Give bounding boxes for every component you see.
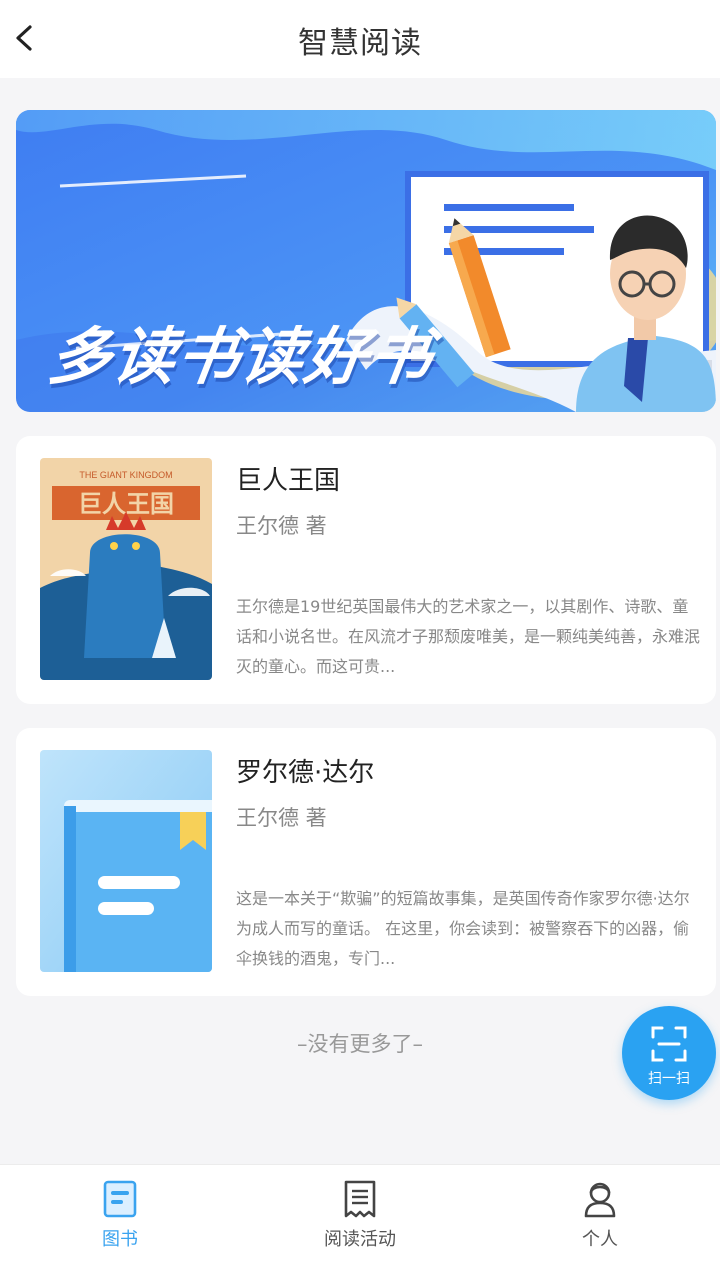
user-icon (584, 1182, 616, 1218)
cover-text: THE GIANT KINGDOM (79, 470, 172, 480)
tab-label: 个人 (582, 1229, 618, 1250)
book-card[interactable]: THE GIANT KINGDOM 巨人王国 巨人王国 王尔德 著 王尔德是19… (16, 436, 716, 704)
book-card[interactable]: 罗尔德·达尔 王尔德 著 这是一本关于“欺骗”的短篇故事集，是英国传奇作家罗尔德… (16, 728, 716, 996)
list-end-text: –没有更多了– (297, 1032, 423, 1056)
page-title: 智慧阅读 (298, 26, 422, 61)
bottom-tab-bar: 图书 阅读活动 个人 (0, 1164, 720, 1280)
tab-label: 图书 (102, 1229, 138, 1250)
scan-button[interactable]: 扫一扫 (622, 1006, 716, 1100)
book-cover (40, 750, 212, 972)
tab-label: 阅读活动 (324, 1229, 396, 1250)
book-tab-icon (103, 1180, 137, 1218)
book-author: 王尔德 著 (236, 806, 327, 830)
scan-label: 扫一扫 (648, 1071, 690, 1087)
book-cover: THE GIANT KINGDOM 巨人王国 (40, 458, 212, 680)
tab-reading-activities[interactable]: 阅读活动 (240, 1165, 480, 1280)
book-cover-illustration: THE GIANT KINGDOM 巨人王国 (40, 458, 212, 680)
tab-books[interactable]: 图书 (0, 1165, 240, 1280)
promo-banner[interactable]: 多读书读好书 (16, 110, 716, 412)
book-description: 这是一本关于“欺骗”的短篇故事集，是英国传奇作家罗尔德·达尔为成人而写的童话。 … (236, 889, 690, 968)
book-description: 王尔德是19世纪英国最伟大的艺术家之一，以其剧作、诗歌、童话和小说名世。在风流才… (236, 597, 700, 676)
book-icon (40, 750, 212, 972)
book-title: 巨人王国 (236, 466, 341, 496)
banner-slogan: 多读书读好书 (44, 320, 439, 393)
receipt-icon (344, 1180, 376, 1218)
book-author: 王尔德 著 (236, 514, 327, 538)
top-bar: 智慧阅读 (0, 0, 720, 78)
tab-profile[interactable]: 个人 (480, 1165, 720, 1280)
book-title: 罗尔德·达尔 (236, 758, 375, 788)
scan-icon (651, 1026, 687, 1062)
